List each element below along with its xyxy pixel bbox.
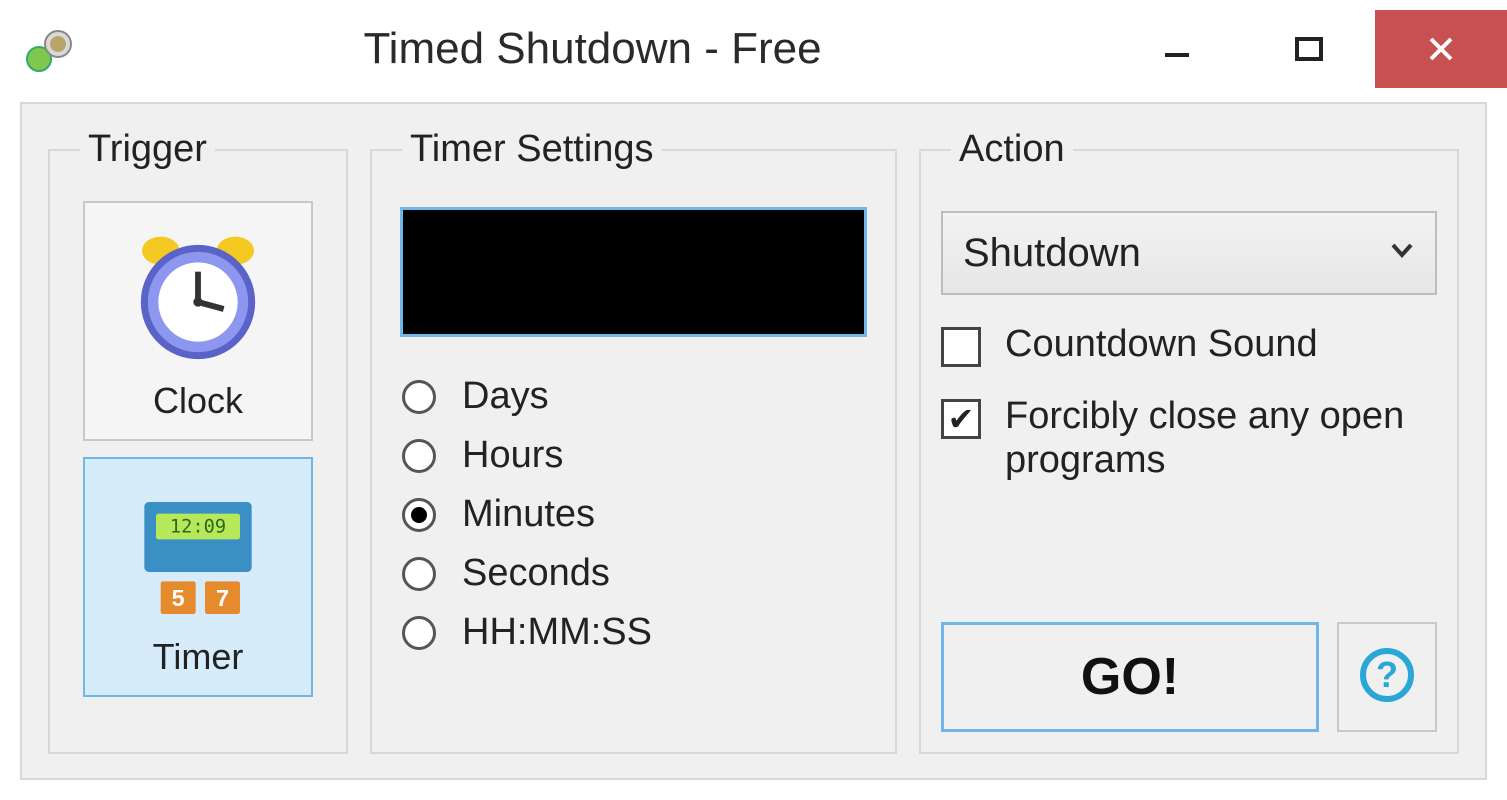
unit-label: Seconds (462, 552, 610, 595)
close-button[interactable] (1375, 10, 1507, 88)
go-button-label: GO! (1081, 647, 1179, 707)
maximize-button[interactable] (1243, 10, 1375, 88)
timer-icon: 12:09 5 7 (123, 476, 273, 626)
help-icon: ? (1359, 647, 1415, 708)
unit-label: HH:MM:SS (462, 611, 652, 654)
radio-icon (402, 557, 436, 591)
action-legend: Action (951, 128, 1073, 171)
radio-icon (402, 616, 436, 650)
unit-label: Hours (462, 434, 563, 477)
app-icon (24, 24, 74, 74)
force-close-checkbox[interactable]: ✔ Forcibly close any open programs (941, 395, 1437, 482)
trigger-group: Trigger Clock (48, 128, 348, 754)
unit-hours-radio[interactable]: Hours (392, 426, 875, 485)
timer-settings-group: Timer Settings Days Hours Minutes Second… (370, 128, 897, 754)
radio-icon (402, 380, 436, 414)
clock-icon (123, 220, 273, 370)
force-close-label: Forcibly close any open programs (1005, 395, 1437, 482)
action-group: Action Shutdown Countdown Sound ✔ Forcib… (919, 128, 1459, 754)
help-button[interactable]: ? (1337, 622, 1437, 732)
trigger-clock-button[interactable]: Clock (83, 201, 313, 441)
unit-hhmmss-radio[interactable]: HH:MM:SS (392, 603, 875, 662)
svg-text:?: ? (1376, 654, 1398, 695)
timer-display[interactable] (400, 207, 867, 337)
window-controls (1111, 10, 1507, 88)
trigger-timer-label: Timer (153, 636, 244, 678)
client-area: Trigger Clock (20, 102, 1487, 780)
checkbox-icon: ✔ (941, 399, 981, 439)
action-dropdown-value: Shutdown (963, 231, 1141, 276)
trigger-timer-button[interactable]: 12:09 5 7 Timer (83, 457, 313, 697)
svg-text:7: 7 (216, 585, 229, 611)
unit-seconds-radio[interactable]: Seconds (392, 544, 875, 603)
minimize-button[interactable] (1111, 10, 1243, 88)
unit-label: Minutes (462, 493, 595, 536)
timer-settings-legend: Timer Settings (402, 128, 662, 171)
window-title: Timed Shutdown - Free (74, 24, 1111, 74)
go-button[interactable]: GO! (941, 622, 1319, 732)
checkbox-icon (941, 327, 981, 367)
unit-days-radio[interactable]: Days (392, 367, 875, 426)
chevron-down-icon (1389, 237, 1415, 270)
action-bottom-row: GO! ? (941, 622, 1437, 732)
action-dropdown[interactable]: Shutdown (941, 211, 1437, 295)
countdown-sound-label: Countdown Sound (1005, 323, 1318, 367)
trigger-clock-label: Clock (153, 380, 243, 422)
app-window: Timed Shutdown - Free Trigger (0, 0, 1507, 800)
radio-icon (402, 498, 436, 532)
trigger-legend: Trigger (80, 128, 215, 171)
svg-text:12:09: 12:09 (170, 516, 226, 537)
titlebar: Timed Shutdown - Free (0, 0, 1507, 98)
radio-icon (402, 439, 436, 473)
unit-label: Days (462, 375, 549, 418)
countdown-sound-checkbox[interactable]: Countdown Sound (941, 323, 1437, 367)
svg-text:5: 5 (172, 585, 185, 611)
unit-minutes-radio[interactable]: Minutes (392, 485, 875, 544)
